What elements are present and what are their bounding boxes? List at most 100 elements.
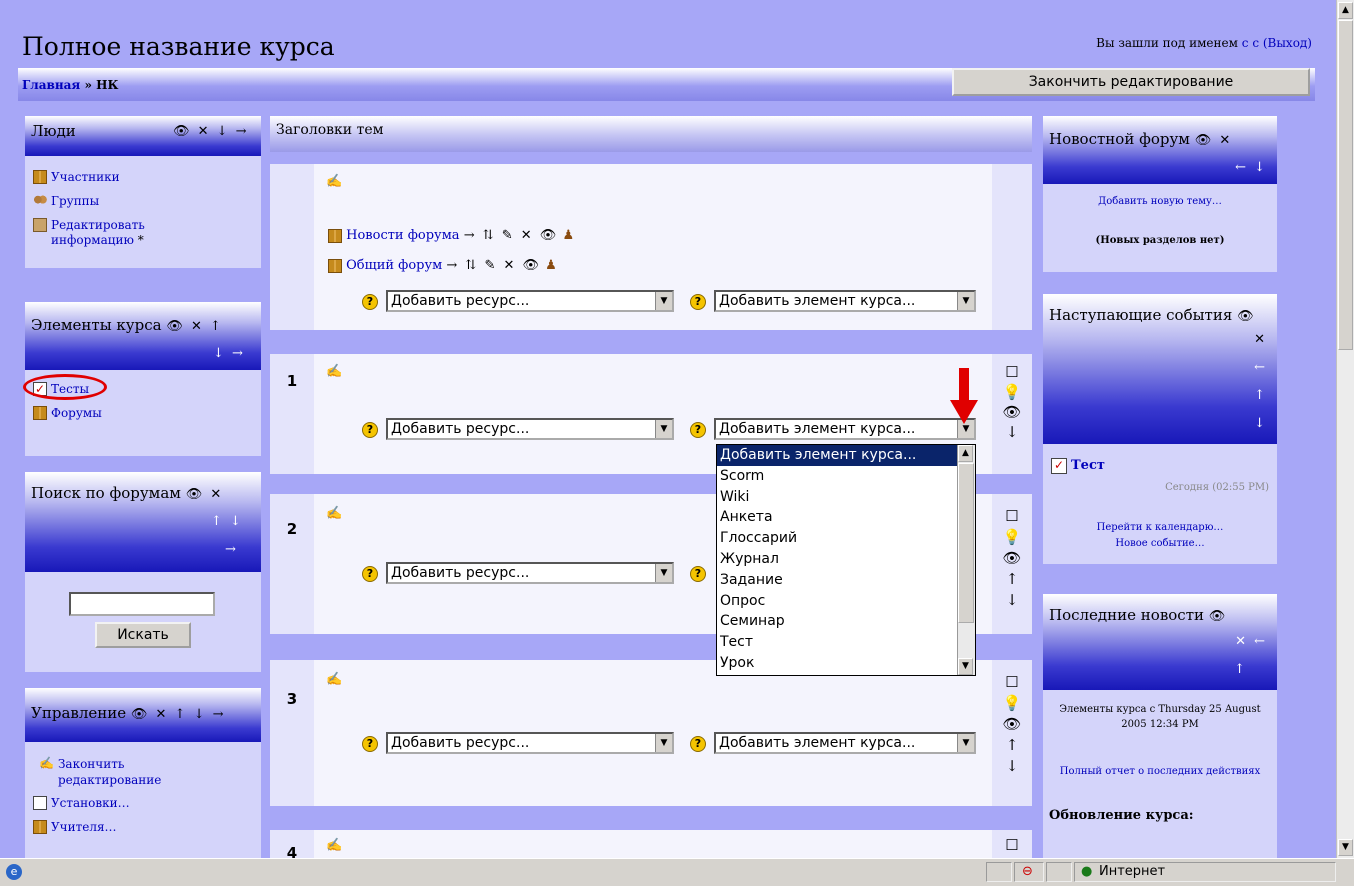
move-up-icon[interactable]: ↑ [992, 735, 1032, 756]
section-4-edit-icon[interactable]: ✍ [326, 838, 342, 853]
help-icon[interactable]: ? [690, 294, 706, 310]
page-scrollbar[interactable]: ▲ ▼ [1336, 0, 1354, 858]
recent-eye-icon[interactable]: 👁 [1209, 609, 1228, 624]
news-forum-link[interactable]: Новости форума [346, 228, 459, 243]
lightbulb-icon[interactable]: 💡 [992, 382, 1032, 402]
add-resource-select[interactable]: Добавить ресурс... ▼ [386, 418, 674, 440]
news-forum-role-icon[interactable]: ♟ [562, 228, 574, 243]
highlight-toggle-icon[interactable]: ☐ [992, 362, 1032, 382]
upcoming-eye-icon[interactable]: 👁 [1237, 309, 1256, 324]
dropdown-option[interactable]: Журнал [717, 549, 957, 570]
news-forum-controls[interactable]: → ⇅ ✎ ✕ 👁 [464, 228, 559, 243]
finish-editing-button[interactable]: Закончить редактирование [952, 68, 1310, 96]
forums-link[interactable]: Форумы [33, 406, 102, 420]
dropdown-scrollbar[interactable]: ▲ ▼ [957, 445, 975, 675]
add-activity-select[interactable]: Добавить элемент курса... ▼ [714, 732, 976, 754]
admin-block-controls[interactable]: 👁 ✕ ↑ ↓ → [131, 707, 226, 722]
privacy-icon: ⊖ [1022, 864, 1033, 879]
upcoming-up-icon[interactable]: ↑ [1254, 388, 1267, 403]
help-icon[interactable]: ? [362, 294, 378, 310]
add-resource-select[interactable]: Добавить ресурс... ▼ [386, 562, 674, 584]
people-block-controls[interactable]: 👁 ✕ ↓ → [173, 124, 249, 139]
search-block-controls-mid[interactable]: ↑ ↓ [211, 514, 243, 529]
upcoming-close-icon[interactable]: ✕ [1254, 332, 1267, 347]
participants-link[interactable]: Участники [33, 170, 120, 184]
teachers-link[interactable]: Учителя… [33, 820, 117, 834]
eye-icon[interactable]: 👁 [992, 548, 1032, 569]
scroll-thumb[interactable] [1338, 20, 1353, 350]
section-3-edit-icon[interactable]: ✍ [326, 672, 342, 687]
search-block-controls-bottom[interactable]: → [225, 542, 238, 557]
dropdown-option[interactable]: Тест [717, 632, 957, 653]
edit-profile-link[interactable]: Редактировать информацию * [33, 218, 145, 248]
help-icon[interactable]: ? [362, 422, 378, 438]
participants-icon [33, 170, 47, 184]
forum-search-input[interactable] [69, 592, 215, 616]
dropdown-option[interactable]: Глоссарий [717, 528, 957, 549]
goto-calendar-link[interactable]: Перейти к календарю… [1043, 522, 1277, 533]
general-forum-link[interactable]: Общий форум [346, 258, 442, 273]
dropdown-option[interactable]: Scorm [717, 466, 957, 487]
search-button[interactable]: Искать [95, 622, 191, 648]
lightbulb-icon[interactable]: 💡 [992, 693, 1032, 714]
help-icon[interactable]: ? [690, 736, 706, 752]
user-link[interactable]: c c [1242, 36, 1259, 50]
new-event-link[interactable]: Новое событие… [1043, 538, 1277, 549]
dropdown-scroll-thumb[interactable] [958, 463, 974, 623]
search-block-controls-top[interactable]: 👁 ✕ [186, 487, 224, 502]
groups-link[interactable]: Группы [33, 194, 99, 208]
activities-block-controls-top[interactable]: 👁 ✕ ↑ [166, 319, 223, 334]
activities-block-controls-bottom[interactable]: ↓ → [213, 346, 245, 361]
topics-header-title: Заголовки тем [276, 122, 384, 138]
dropdown-option[interactable]: Урок [717, 653, 957, 674]
move-down-icon[interactable]: ↓ [992, 590, 1032, 611]
lightbulb-icon[interactable]: 💡 [992, 527, 1032, 548]
highlight-toggle-icon[interactable]: ☐ [992, 672, 1032, 693]
move-up-icon[interactable]: ↑ [992, 569, 1032, 590]
help-icon[interactable]: ? [690, 422, 706, 438]
add-resource-select[interactable]: Добавить ресурс... ▼ [386, 732, 674, 754]
scroll-down-button[interactable]: ▼ [1338, 839, 1353, 856]
eye-icon[interactable]: 👁 [992, 714, 1032, 735]
settings-link[interactable]: Установки… [33, 796, 130, 810]
logout-link[interactable]: (Выход) [1263, 36, 1312, 50]
recent-controls-bottom[interactable]: ↑ [1234, 662, 1247, 677]
add-activity-select[interactable]: Добавить элемент курса... ▼ [714, 290, 976, 312]
finish-editing-link[interactable]: ✍ Закончить редактирование [39, 756, 161, 788]
eye-icon[interactable]: 👁 [992, 402, 1032, 422]
section-2-edit-icon[interactable]: ✍ [326, 506, 342, 521]
section-0: ✍ Новости форума → ⇅ ✎ ✕ 👁 ♟ Общий форум… [270, 164, 1032, 330]
general-forum-controls[interactable]: → ⇅ ✎ ✕ 👁 [446, 258, 541, 273]
dropdown-option[interactable]: Задание [717, 570, 957, 591]
dropdown-option[interactable]: Семинар [717, 611, 957, 632]
scroll-up-button[interactable]: ▲ [1338, 2, 1353, 19]
upcoming-down-icon[interactable]: ↓ [1254, 416, 1267, 431]
news-forum-block-controls-top[interactable]: 👁 ✕ [1195, 133, 1233, 148]
section-0-edit-icon[interactable]: ✍ [326, 174, 342, 189]
dropdown-option[interactable]: Анкета [717, 507, 957, 528]
recent-controls-mid[interactable]: ✕ ← [1235, 634, 1267, 649]
dropdown-scroll-down[interactable]: ▼ [958, 658, 973, 675]
breadcrumb-home[interactable]: Главная [22, 78, 80, 92]
move-down-icon[interactable]: ↓ [992, 756, 1032, 777]
help-icon[interactable]: ? [690, 566, 706, 582]
highlight-toggle-icon[interactable]: ☐ [992, 836, 1032, 854]
upcoming-left-icon[interactable]: ← [1254, 360, 1267, 375]
dropdown-option[interactable]: Добавить элемент курса... [717, 445, 957, 466]
section-1-edit-icon[interactable]: ✍ [326, 364, 342, 379]
add-topic-link[interactable]: Добавить новую тему… [1043, 196, 1277, 207]
dropdown-option[interactable]: Wiki [717, 487, 957, 508]
help-icon[interactable]: ? [362, 736, 378, 752]
dropdown-scroll-up[interactable]: ▲ [958, 445, 973, 462]
help-icon[interactable]: ? [362, 566, 378, 582]
general-forum-role-icon[interactable]: ♟ [545, 258, 557, 273]
full-report-link[interactable]: Полный отчет о последних действиях [1043, 766, 1277, 777]
add-resource-select[interactable]: Добавить ресурс... ▼ [386, 290, 674, 312]
move-down-icon[interactable]: ↓ [992, 422, 1032, 442]
activity-dropdown-list[interactable]: Добавить элемент курса... Scorm Wiki Анкета… [716, 444, 976, 676]
highlight-toggle-icon[interactable]: ☐ [992, 506, 1032, 527]
event-item[interactable]: ✓ Тест [1051, 458, 1105, 474]
news-forum-block-controls-bottom[interactable]: ← ↓ [1235, 160, 1267, 175]
dropdown-option[interactable]: Опрос [717, 591, 957, 612]
add-activity-select-open[interactable]: Добавить элемент курса... ▼ [714, 418, 976, 440]
